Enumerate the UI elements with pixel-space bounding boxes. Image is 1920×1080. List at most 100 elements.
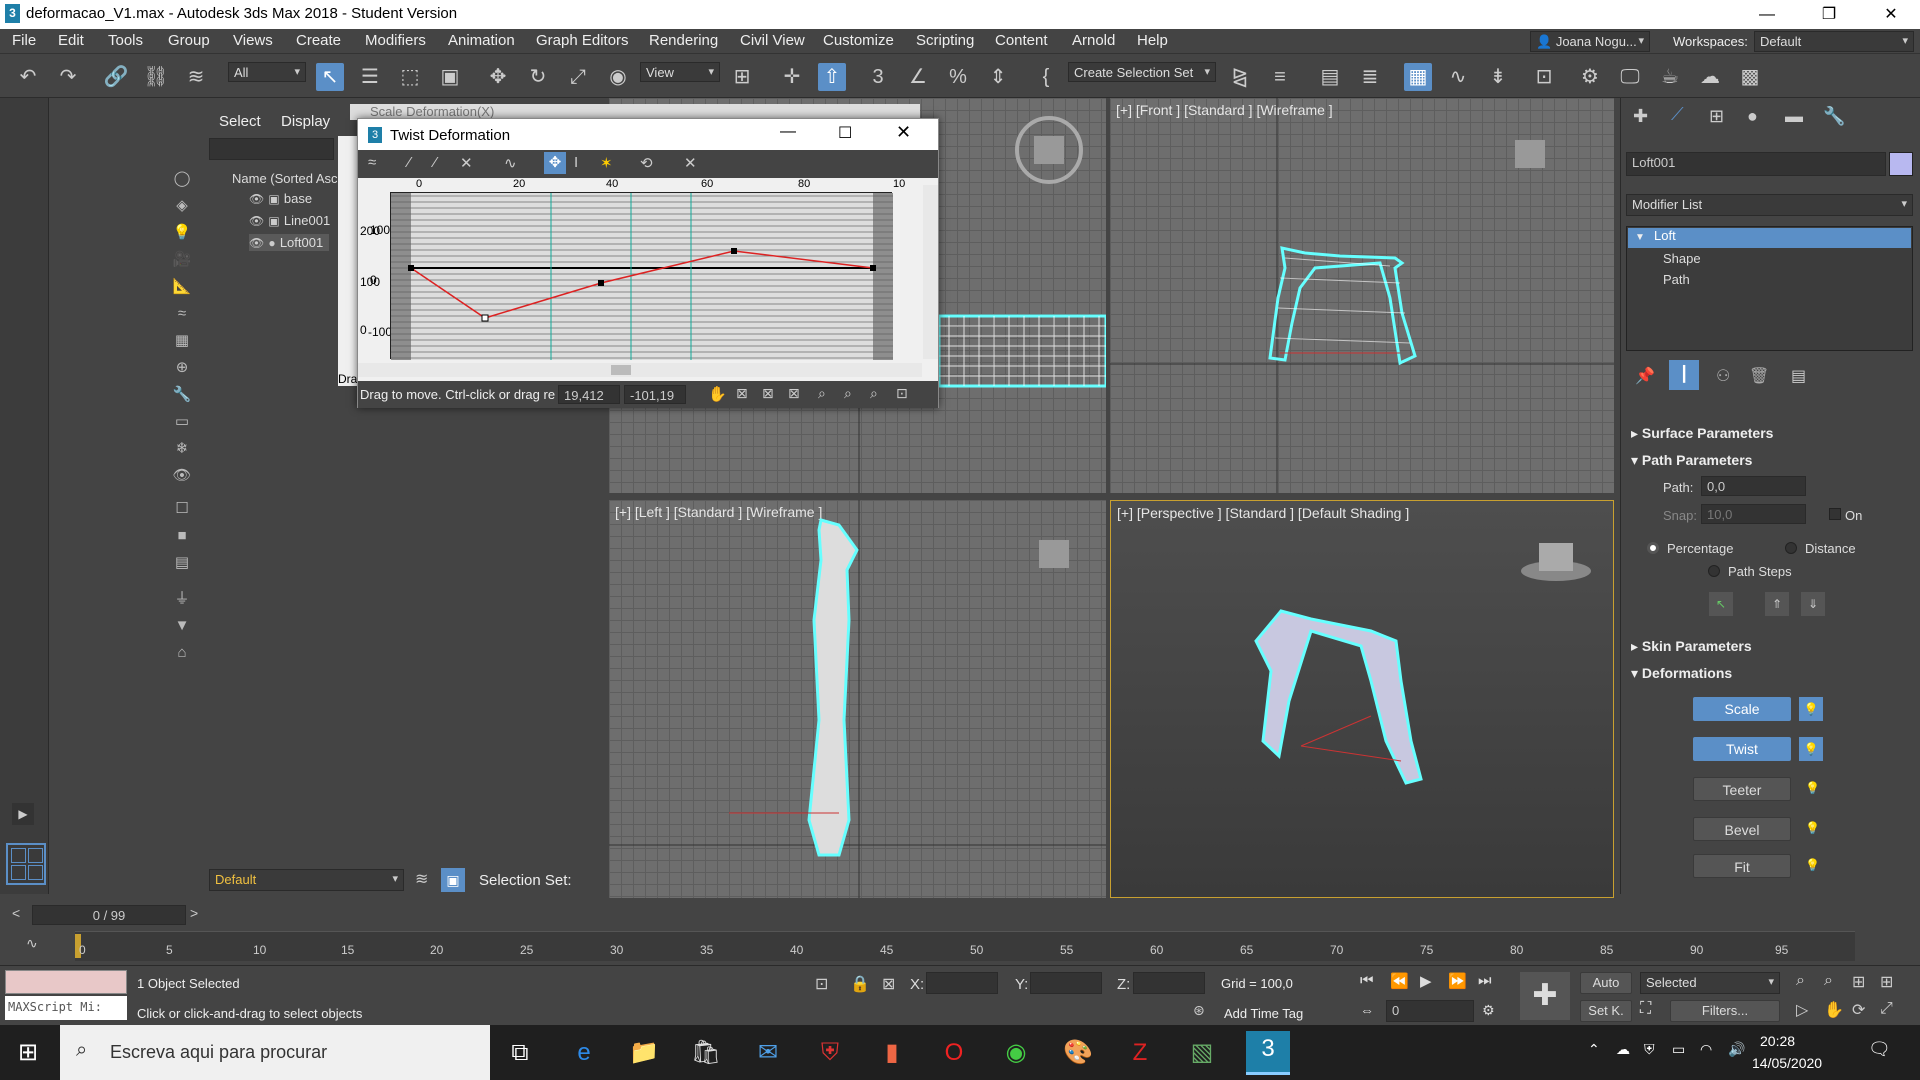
menu-modifiers[interactable]: Modifiers bbox=[365, 32, 426, 49]
menu-create[interactable]: Create bbox=[296, 32, 341, 49]
display-dependents-icon[interactable]: ▤ bbox=[169, 552, 195, 574]
viewcube-icon[interactable] bbox=[1039, 540, 1069, 568]
menu-rendering[interactable]: Rendering bbox=[649, 32, 718, 49]
link-icon[interactable]: 🔗 bbox=[102, 63, 130, 91]
close-icon[interactable]: ✕ bbox=[1868, 0, 1914, 29]
zoom-icon[interactable]: ⌕ bbox=[870, 385, 878, 402]
percentage-radio[interactable] bbox=[1647, 542, 1659, 554]
bind-space-warp-icon[interactable]: ≋ bbox=[182, 63, 210, 91]
material-editor-icon[interactable]: ⊡ bbox=[1530, 63, 1558, 91]
skin-parameters-rollout[interactable]: ▸ Skin Parameters bbox=[1631, 638, 1911, 658]
scene-search-input[interactable] bbox=[209, 138, 334, 160]
unlink-icon[interactable]: ⛓ bbox=[142, 63, 170, 91]
percent-snap-icon[interactable]: % bbox=[944, 63, 972, 91]
filter-funnel-icon[interactable]: ▼ bbox=[169, 615, 195, 637]
clock-time[interactable]: 20:28 bbox=[1760, 1033, 1795, 1049]
select-object-icon[interactable]: ↖ bbox=[316, 63, 344, 91]
taskbar-search[interactable]: ⌕ Escreva aqui para procurar bbox=[60, 1025, 490, 1080]
reset-curve-icon[interactable]: ✕ bbox=[684, 154, 697, 172]
zoom-vertically-icon[interactable]: ⌕ bbox=[844, 385, 852, 402]
move-control-point-icon[interactable]: ✥ bbox=[544, 152, 566, 174]
mcafee-icon[interactable]: ⛨ bbox=[812, 1035, 848, 1071]
display-y-icon[interactable]: ⁄ bbox=[434, 154, 437, 171]
expand-icon[interactable]: ▶ bbox=[12, 803, 34, 825]
next-shape-icon[interactable]: ⇓ bbox=[1801, 592, 1825, 616]
deformation-graph[interactable] bbox=[390, 192, 893, 360]
display-shapes-icon[interactable]: ◈ bbox=[169, 195, 195, 217]
teeter-deformation-button[interactable]: Teeter bbox=[1693, 777, 1791, 801]
layer-dropdown[interactable]: Default bbox=[209, 869, 404, 891]
previous-key-icon[interactable]: ⏪ bbox=[1390, 972, 1409, 990]
viewport-front[interactable]: [+] [Front ] [Standard ] [Wireframe ] bbox=[1110, 98, 1614, 493]
previous-frame-icon[interactable]: < bbox=[12, 905, 32, 925]
twist-deformation-button[interactable]: Twist bbox=[1693, 737, 1791, 761]
add-time-tag[interactable]: Add Time Tag bbox=[1224, 1006, 1303, 1021]
display-influences-icon[interactable]: ■ bbox=[169, 525, 195, 547]
user-dropdown[interactable]: 👤 Joana Nogu... bbox=[1530, 31, 1650, 52]
maxscript-mini-input[interactable]: MAXScript Mi: bbox=[5, 996, 127, 1020]
set-keys-icon[interactable]: ✚ bbox=[1520, 972, 1570, 1020]
absolute-mode-icon[interactable]: ⊠ bbox=[882, 974, 895, 994]
pick-shape-icon[interactable]: ↖ bbox=[1709, 592, 1733, 616]
orbit-icon[interactable]: ⟳ bbox=[1852, 1000, 1865, 1020]
display-particles-icon[interactable]: ❄ bbox=[169, 438, 195, 460]
selection-set-dropdown[interactable]: Create Selection Set bbox=[1068, 62, 1216, 82]
bevel-deformation-button[interactable]: Bevel bbox=[1693, 817, 1791, 841]
menu-file[interactable]: File bbox=[12, 32, 36, 49]
zoom-extents-all-icon[interactable]: ⊞ bbox=[1880, 972, 1893, 992]
schematic-view-icon[interactable]: ⇟ bbox=[1484, 63, 1512, 91]
render-cloud-icon[interactable]: ☁ bbox=[1696, 63, 1724, 91]
workspaces-dropdown[interactable]: Default bbox=[1754, 31, 1914, 52]
display-x-icon[interactable]: ⁄ bbox=[408, 154, 411, 171]
show-end-result-icon[interactable]: ┃ bbox=[1669, 360, 1699, 390]
chrome-icon[interactable]: ◉ bbox=[998, 1035, 1034, 1071]
layers-icon[interactable]: ≋ bbox=[415, 869, 428, 889]
display-children-icon[interactable]: ☐ bbox=[169, 498, 195, 520]
menu-civil-view[interactable]: Civil View bbox=[740, 32, 805, 49]
hierarchy-tab-icon[interactable]: ⊞ bbox=[1709, 106, 1724, 127]
display-xrefs-icon[interactable]: ⊕ bbox=[169, 357, 195, 379]
remove-modifier-icon[interactable]: 🗑 bbox=[1749, 366, 1769, 386]
rectangular-selection-icon[interactable]: ⬚ bbox=[396, 63, 424, 91]
time-configuration-icon[interactable]: ⚙ bbox=[1482, 1002, 1495, 1019]
3dsmax-taskbar-icon[interactable]: 3 bbox=[1246, 1031, 1290, 1075]
reference-coordinate-dropdown[interactable]: View bbox=[640, 62, 720, 82]
opera-icon[interactable]: O bbox=[936, 1035, 972, 1071]
viewport-perspective[interactable]: [+] [Perspective ] [Standard ] [Default … bbox=[1110, 500, 1614, 898]
mirror-icon[interactable]: ⧎ bbox=[1226, 63, 1254, 91]
snap-toggle-icon[interactable]: 3 bbox=[864, 63, 892, 91]
tab-display[interactable]: Display bbox=[281, 113, 330, 130]
insert-corner-point-icon[interactable]: ✶ bbox=[600, 154, 613, 172]
snap-spinner[interactable]: 10,0 bbox=[1701, 504, 1806, 524]
task-view-icon[interactable]: ⧉ bbox=[502, 1035, 538, 1071]
next-frame-icon[interactable]: > bbox=[190, 905, 210, 925]
file-explorer-icon[interactable]: 📁 bbox=[626, 1035, 662, 1071]
viewcube-compass-icon[interactable] bbox=[1015, 116, 1083, 184]
snap-on-checkbox[interactable] bbox=[1829, 508, 1841, 520]
list-item[interactable]: 👁 ▣ base bbox=[249, 190, 312, 207]
windows-start-icon[interactable]: ⊞ bbox=[10, 1035, 46, 1071]
display-bones-icon[interactable]: 🔧 bbox=[169, 384, 195, 406]
scene-explorer-icon[interactable]: ▤ bbox=[1316, 63, 1344, 91]
render-production-icon[interactable]: ☕ bbox=[1656, 63, 1684, 91]
horizontal-scrollbar[interactable] bbox=[358, 363, 922, 377]
undo-icon[interactable]: ↶ bbox=[14, 63, 42, 91]
zoom-horizontally-icon[interactable]: ⌕ bbox=[818, 385, 826, 402]
stack-item-loft[interactable]: Loft bbox=[1628, 228, 1911, 248]
select-by-name-icon[interactable]: ☰ bbox=[356, 63, 384, 91]
display-tab-icon[interactable]: ▬ bbox=[1785, 106, 1803, 127]
window-crossing-icon[interactable]: ▣ bbox=[436, 63, 464, 91]
control-point[interactable] bbox=[870, 265, 876, 271]
scene-column-header[interactable]: Name (Sorted Asc bbox=[232, 171, 338, 186]
motion-tab-icon[interactable]: ● bbox=[1747, 106, 1758, 127]
visibility-eye-icon[interactable]: 👁 bbox=[249, 214, 264, 228]
menu-help[interactable]: Help bbox=[1137, 32, 1168, 49]
key-mode-icon[interactable]: ⇔ bbox=[1360, 1002, 1374, 1018]
viewcube-icon[interactable] bbox=[1515, 140, 1545, 168]
pan-icon[interactable]: ✋ bbox=[708, 385, 727, 403]
tray-battery-icon[interactable]: ▭ bbox=[1672, 1041, 1685, 1058]
collapse-icon[interactable]: ▼ bbox=[1635, 232, 1645, 243]
y-value-field[interactable]: -101,19 bbox=[624, 385, 686, 404]
maximize-icon[interactable]: ❐ bbox=[1806, 0, 1852, 29]
key-mode-dropdown[interactable]: Selected bbox=[1640, 972, 1780, 994]
